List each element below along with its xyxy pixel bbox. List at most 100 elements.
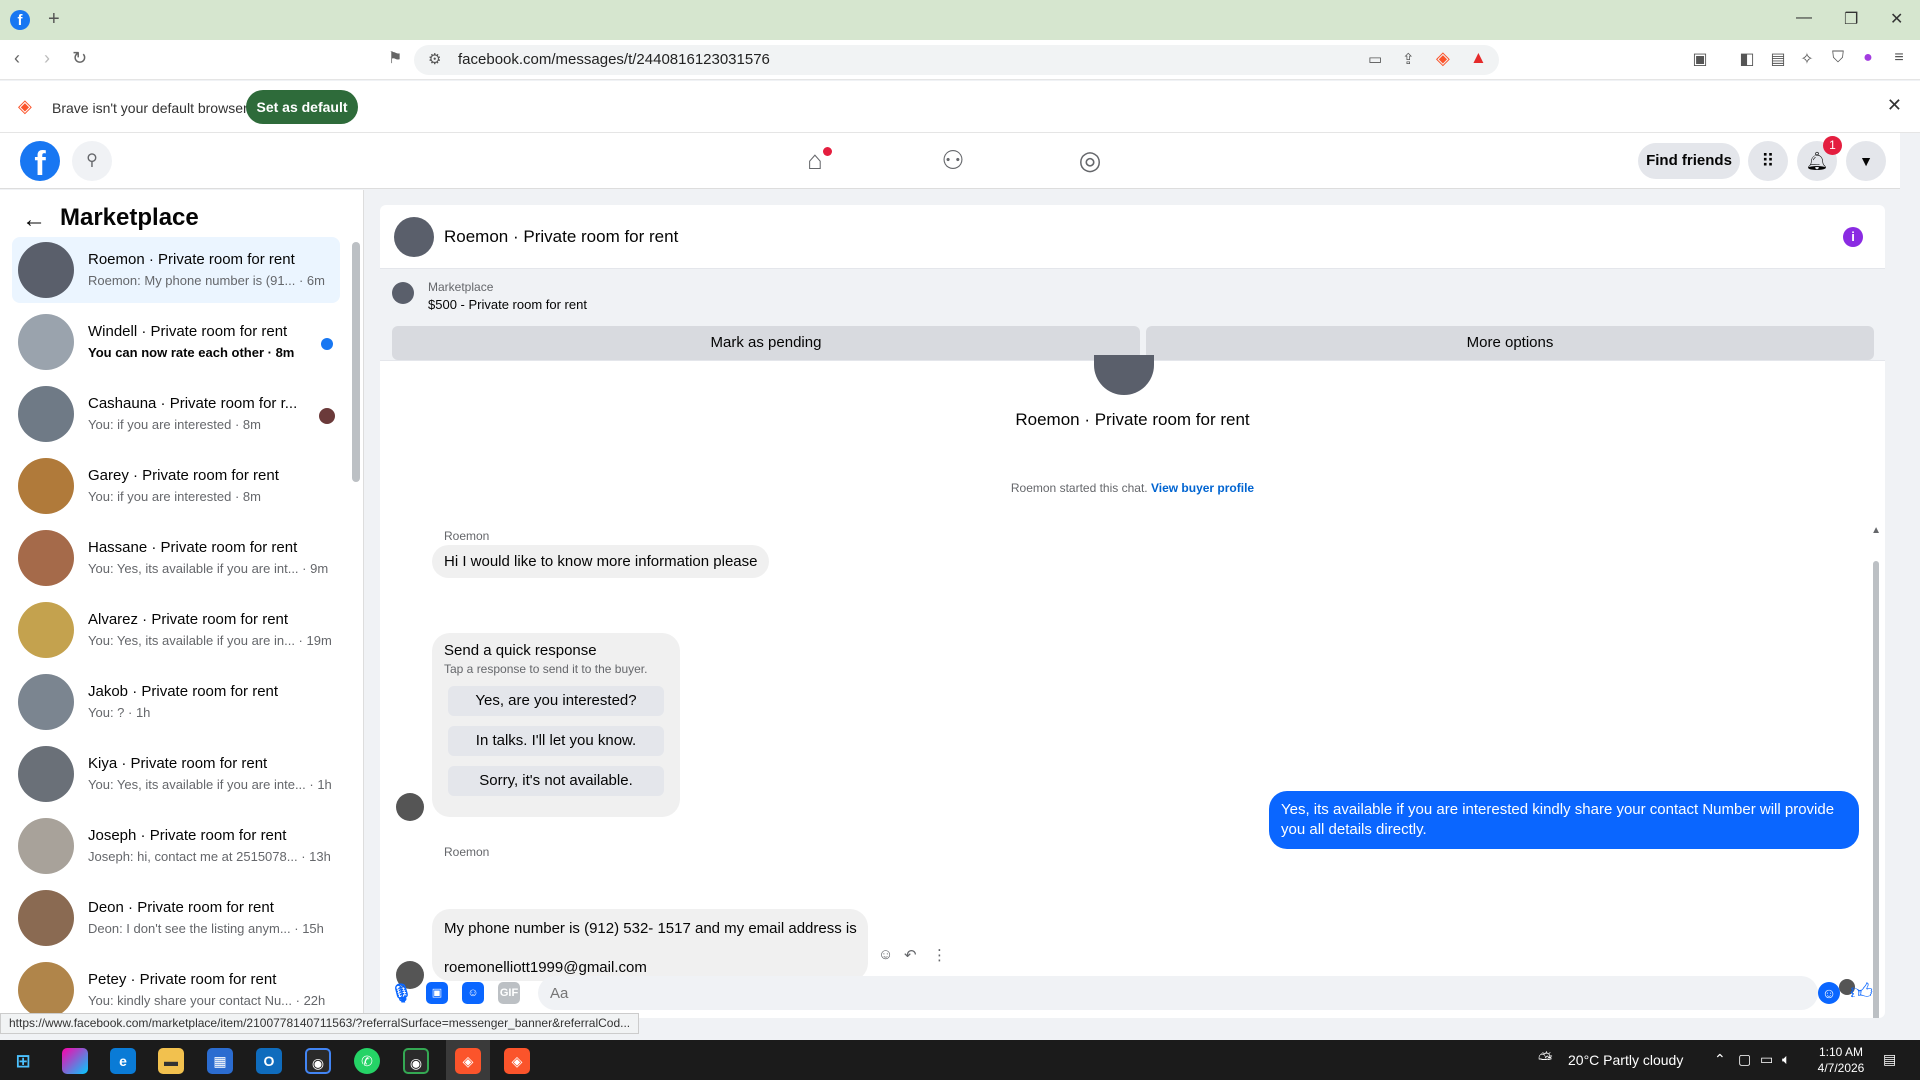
mark-as-pending-button[interactable]: Mark as pending xyxy=(392,326,1140,360)
meet-now-icon[interactable]: ▢ xyxy=(1738,1051,1751,1068)
friends-icon[interactable]: ⚇ xyxy=(933,145,973,176)
conversation-item[interactable]: Cashauna · Private room for r... You: if … xyxy=(12,381,340,447)
back-arrow-icon[interactable]: ← xyxy=(22,206,46,234)
find-friends-button[interactable]: Find friends xyxy=(1638,143,1740,179)
conversation-preview: You: Yes, its available if you are in...… xyxy=(88,633,332,648)
weather-icon[interactable]: ⛅︎ xyxy=(1538,1049,1552,1070)
conversation-item[interactable]: Kiya · Private room for rent You: Yes, it… xyxy=(12,741,340,807)
notification-badge: 1 xyxy=(1823,136,1842,155)
conversation-item[interactable]: Jakob · Private room for rent You: ? · 1h xyxy=(12,669,340,735)
edge-icon[interactable]: e xyxy=(110,1048,136,1074)
conversation-avatar xyxy=(18,818,74,874)
leo-ai-icon[interactable]: ✧ xyxy=(1797,49,1817,69)
voice-clip-icon[interactable]: 🎙︎ xyxy=(390,982,413,1004)
clock-time[interactable]: 1:10 AM xyxy=(1811,1045,1871,1059)
incoming-message[interactable]: Hi I would like to know more information… xyxy=(432,545,770,578)
reply-icon[interactable]: ↶ xyxy=(904,946,917,964)
quick-response-option[interactable]: Yes, are you interested? xyxy=(448,686,664,716)
quick-response-option[interactable]: Sorry, it's not available. xyxy=(448,766,664,796)
sender-avatar[interactable] xyxy=(396,793,424,821)
outgoing-message[interactable]: Yes, its available if you are interested… xyxy=(1269,791,1859,849)
like-thumb-icon[interactable]: 👍︎ xyxy=(1850,978,1873,1005)
weather-text[interactable]: 20°C Partly cloudy xyxy=(1568,1052,1683,1068)
set-default-button[interactable]: Set as default xyxy=(246,90,358,124)
emoji-icon[interactable]: ☺ xyxy=(1818,982,1840,1004)
site-settings-icon[interactable]: ⚙ xyxy=(428,50,441,68)
bookmark-icon[interactable]: ⚑ xyxy=(388,48,402,68)
profile-icon[interactable]: ● xyxy=(1858,49,1878,69)
brave-window-icon[interactable]: ◈ xyxy=(504,1048,530,1074)
menu-icon[interactable]: ≡ xyxy=(1889,49,1909,69)
conversation-preview: You: kindly share your contact Nu... · 2… xyxy=(88,993,326,1008)
brave-icon[interactable]: ◈ xyxy=(455,1048,481,1074)
more-options-button[interactable]: More options xyxy=(1146,326,1874,360)
wallet-icon[interactable]: ▤ xyxy=(1768,49,1788,69)
sidebar-scrollbar[interactable] xyxy=(352,242,360,482)
react-icon[interactable]: ☺ xyxy=(878,946,893,963)
network-icon[interactable]: ▭ xyxy=(1760,1051,1773,1068)
close-window-icon[interactable]: ✕ xyxy=(1890,9,1903,29)
file-explorer-icon[interactable]: ▬ xyxy=(158,1048,184,1074)
facebook-logo[interactable]: f xyxy=(20,141,60,181)
volume-icon[interactable]: 🔈︎ xyxy=(1782,1051,1790,1068)
conversation-item[interactable]: Alvarez · Private room for rent You: Yes,… xyxy=(12,597,340,663)
sidebar-icon[interactable]: ◧ xyxy=(1737,49,1757,69)
notification-center-icon[interactable]: ▤ xyxy=(1883,1051,1896,1068)
whatsapp-icon[interactable]: ✆ xyxy=(354,1048,380,1074)
outlook-icon[interactable]: O xyxy=(256,1048,282,1074)
conversation-item[interactable]: Hassane · Private room for rent You: Yes,… xyxy=(12,525,340,591)
tab-search-icon[interactable]: ▣ xyxy=(1690,49,1710,69)
conversation-item[interactable]: Joseph · Private room for rent Joseph: hi… xyxy=(12,813,340,879)
cast-icon[interactable]: ▭ xyxy=(1368,50,1382,68)
conversation-item[interactable]: Deon · Private room for rent Deon: I don'… xyxy=(12,885,340,951)
menu-grid-icon[interactable]: ⠿ xyxy=(1748,141,1788,181)
chat-title[interactable]: Roemon · Private room for rent xyxy=(444,227,678,247)
gif-icon[interactable]: GIF xyxy=(498,982,520,1004)
minimize-icon[interactable]: — xyxy=(1796,9,1812,27)
conversation-info-icon[interactable]: i xyxy=(1843,227,1863,247)
listing-title[interactable]: $500 - Private room for rent xyxy=(428,297,587,312)
share-icon[interactable]: ⇪ xyxy=(1402,50,1415,68)
url-text[interactable]: facebook.com/messages/t/2440816123031576 xyxy=(458,51,770,68)
new-tab-icon[interactable]: + xyxy=(48,8,60,31)
forward-icon[interactable]: › xyxy=(44,48,50,69)
conversation-avatar xyxy=(18,314,74,370)
message-input[interactable] xyxy=(538,976,1818,1010)
more-actions-icon[interactable]: ⋮ xyxy=(932,946,947,964)
conversation-avatar xyxy=(18,530,74,586)
account-dropdown-icon[interactable]: ▼ xyxy=(1846,141,1886,181)
sticker-icon[interactable]: ☺ xyxy=(462,982,484,1004)
start-icon[interactable]: ⊞ xyxy=(10,1048,36,1074)
attach-photo-icon[interactable]: ▣ xyxy=(426,982,448,1004)
store-icon[interactable]: ▦ xyxy=(207,1048,233,1074)
reload-icon[interactable]: ↻ xyxy=(72,48,87,69)
facebook-tab-icon[interactable]: f xyxy=(10,10,30,30)
back-icon[interactable]: ‹ xyxy=(14,48,20,69)
quick-response-option[interactable]: In talks. I'll let you know. xyxy=(448,726,664,756)
listing-thumbnail[interactable] xyxy=(392,282,414,304)
brave-rewards-icon[interactable]: ▲ xyxy=(1470,48,1487,68)
tray-chevron-icon[interactable]: ⌃ xyxy=(1714,1051,1726,1068)
conversation-avatar xyxy=(18,746,74,802)
conversation-item[interactable]: Garey · Private room for rent You: if you… xyxy=(12,453,340,519)
chrome-icon[interactable]: ◉ xyxy=(305,1048,331,1074)
conversation-item[interactable]: Roemon · Private room for rent Roemon: My… xyxy=(12,237,340,303)
conversation-item[interactable]: Petey · Private room for rent You: kindly… xyxy=(12,957,340,1013)
vpn-icon[interactable]: ⛉ xyxy=(1828,49,1848,69)
brave-shields-icon[interactable]: ◈ xyxy=(1436,48,1450,69)
search-icon[interactable]: ⚲ xyxy=(72,141,112,181)
conversation-avatar xyxy=(18,674,74,730)
brave-lion-icon: ◈ xyxy=(18,96,32,116)
scroll-up-icon[interactable]: ▲ xyxy=(1871,525,1881,536)
chat-scrollbar[interactable] xyxy=(1873,561,1879,1018)
conversation-avatar xyxy=(18,458,74,514)
chat-avatar[interactable] xyxy=(394,217,434,257)
view-buyer-profile-link[interactable]: View buyer profile xyxy=(1151,481,1254,495)
chrome-profile-icon[interactable]: ◉ xyxy=(403,1048,429,1074)
close-infobar-icon[interactable]: ✕ xyxy=(1887,95,1902,116)
conversation-item[interactable]: Windell · Private room for rent You can n… xyxy=(12,309,340,375)
restore-icon[interactable]: ❐ xyxy=(1844,9,1858,29)
copilot-icon[interactable] xyxy=(62,1048,88,1074)
groups-icon[interactable]: ◎ xyxy=(1070,145,1110,176)
clock-date[interactable]: 4/7/2026 xyxy=(1807,1061,1875,1075)
